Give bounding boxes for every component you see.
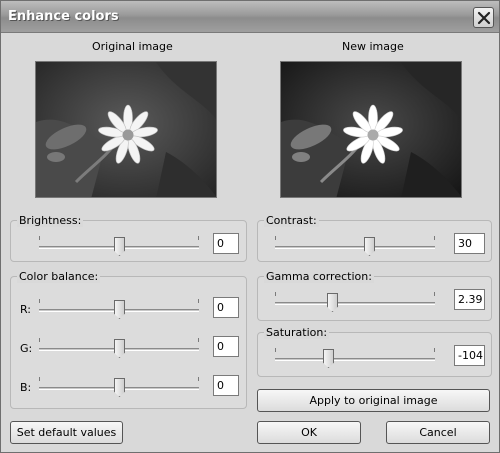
brightness-label: Brightness: [17,214,84,227]
original-image-preview [35,61,217,198]
blue-balance-slider[interactable] [39,376,199,400]
saturation-value-field[interactable]: -104 [454,345,485,366]
red-balance-slider[interactable] [39,298,199,322]
new-image-label: New image [342,40,404,53]
original-image-label: Original image [92,40,173,53]
close-button[interactable] [473,7,494,28]
blue-slider-thumb[interactable] [114,378,125,397]
dialog-title: Enhance colors [8,9,119,24]
gamma-correction-group: Gamma correction: 2.39 [257,270,492,321]
blue-channel-label: B: [20,381,32,394]
green-channel-label: G: [20,342,33,355]
brightness-group: Brightness: 0 [10,214,247,262]
red-slider-thumb[interactable] [114,300,125,319]
close-icon [477,11,491,25]
ok-button[interactable]: OK [257,421,361,444]
green-value-field[interactable]: 0 [213,336,239,357]
contrast-label: Contrast: [264,214,319,227]
red-channel-label: R: [20,303,32,316]
contrast-value-field[interactable]: 30 [454,233,485,254]
apply-to-original-button[interactable]: Apply to original image [257,389,490,412]
new-image-preview [280,61,462,198]
green-balance-slider[interactable] [39,337,199,361]
color-balance-label: Color balance: [17,270,101,283]
enhance-colors-dialog: Enhance colors Original image New image [0,0,500,453]
gamma-value-field[interactable]: 2.39 [454,289,485,310]
red-value-field[interactable]: 0 [213,297,239,318]
title-bar: Enhance colors [1,1,499,33]
color-balance-group: Color balance: R: 0 G: 0 B: 0 [10,270,247,409]
brightness-value-field[interactable]: 0 [213,233,239,254]
cancel-button[interactable]: Cancel [386,421,490,444]
set-default-values-button[interactable]: Set default values [10,421,123,444]
contrast-slider-thumb[interactable] [364,237,375,256]
gamma-correction-label: Gamma correction: [264,270,374,283]
blue-value-field[interactable]: 0 [213,375,239,396]
brightness-slider[interactable] [39,235,199,259]
gamma-correction-slider[interactable] [275,291,435,315]
saturation-slider[interactable] [275,347,435,371]
brightness-slider-thumb[interactable] [114,237,125,256]
contrast-group: Contrast: 30 [257,214,492,262]
gamma-slider-thumb[interactable] [327,293,338,312]
contrast-slider[interactable] [275,235,435,259]
saturation-group: Saturation: -104 [257,326,492,377]
green-slider-thumb[interactable] [114,339,125,358]
saturation-slider-thumb[interactable] [323,349,334,368]
saturation-label: Saturation: [264,326,330,339]
